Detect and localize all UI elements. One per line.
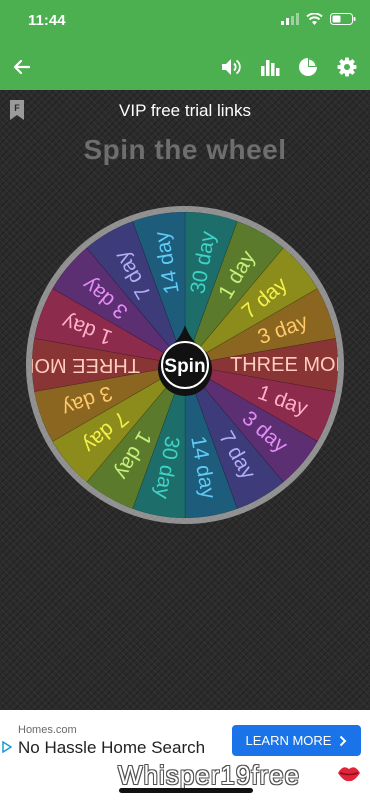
status-time: 11:44: [28, 12, 66, 29]
app-bar: [0, 44, 370, 90]
status-bar: 11:44: [0, 0, 370, 44]
watermark: Whisper19free: [118, 760, 301, 790]
battery-icon: [330, 13, 356, 25]
arrow-back-icon: [13, 59, 30, 75]
wheel-graphic[interactable]: 30 day1 day7 day3 dayTHREE MONTHS1 day3 …: [20, 200, 350, 530]
signal-icon: [281, 13, 299, 25]
main-content: F VIP free trial links Spin the wheel 30…: [0, 90, 370, 710]
sound-button[interactable]: [219, 54, 245, 80]
wheel-segment-label: THREE MONTHS: [20, 354, 140, 376]
ad-choices[interactable]: [2, 740, 13, 758]
home-indicator[interactable]: [119, 788, 253, 793]
spin-button-label[interactable]: Spin: [164, 356, 205, 377]
ad-domain: Homes.com: [18, 724, 77, 736]
bar-chart-icon: [261, 60, 280, 76]
ad-title[interactable]: No Hassle Home Search: [18, 738, 205, 758]
stats-button[interactable]: [257, 54, 283, 80]
lips-icon: [338, 767, 360, 782]
learn-more-label: LEARN MORE: [245, 733, 332, 748]
wheel-segment-label: THREE MONTHS: [230, 354, 350, 376]
chevron-right-icon: [340, 735, 347, 746]
page-title: VIP free trial links: [119, 101, 251, 120]
back-button[interactable]: [8, 54, 34, 80]
settings-icon: [337, 57, 357, 77]
spin-wheel[interactable]: 30 day1 day7 day3 dayTHREE MONTHS1 day3 …: [20, 200, 350, 530]
volume-icon: [222, 59, 241, 75]
wifi-icon: [306, 13, 323, 25]
pie-chart-icon: [299, 58, 317, 76]
ad-choices-icon: [2, 740, 13, 754]
status-icons: [281, 13, 356, 25]
learn-more-button[interactable]: LEARN MORE: [232, 725, 361, 756]
ad-banner[interactable]: Homes.com No Hassle Home Search LEARN MO…: [0, 710, 370, 800]
settings-button[interactable]: [334, 54, 360, 80]
spin-heading: Spin the wheel: [83, 134, 287, 165]
results-button[interactable]: [295, 54, 321, 80]
